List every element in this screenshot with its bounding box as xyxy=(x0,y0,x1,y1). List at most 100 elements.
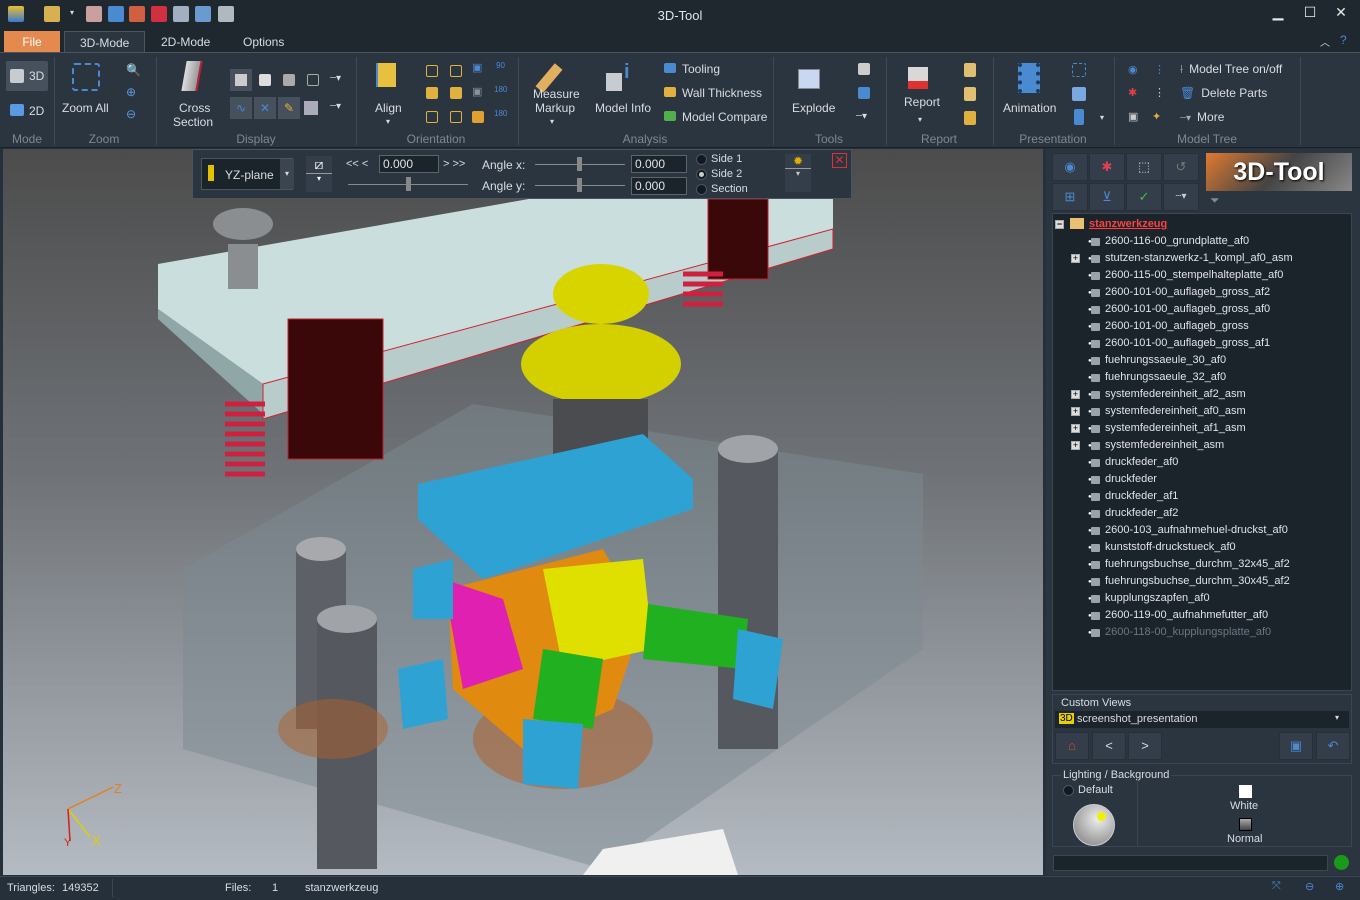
side1-radio[interactable]: Side 1 xyxy=(696,153,742,165)
dropdown-arrow-icon[interactable]: ▾ xyxy=(1100,113,1104,122)
slides-icon[interactable] xyxy=(1072,87,1086,101)
3d-viewport[interactable]: Z X Y xyxy=(3,149,1043,875)
zoom-out-icon[interactable]: ⊖ xyxy=(126,107,136,121)
hide-all-icon[interactable]: ✱ xyxy=(1089,153,1125,181)
tree-item[interactable]: +●systemfedereinheit_af1_asm xyxy=(1053,420,1351,437)
close-section-icon[interactable]: ✕ xyxy=(832,153,847,168)
delete-parts-button[interactable]: 🗑Delete Parts xyxy=(1180,86,1267,100)
tree-item[interactable]: ●fuehrungsbuchse_durchm_32x45_af2 xyxy=(1053,556,1351,573)
fullscreen-icon[interactable] xyxy=(1072,63,1086,77)
tooling-button[interactable]: Tooling xyxy=(664,62,720,76)
display-more-icon[interactable]: ┄▾ xyxy=(330,73,341,84)
tree-item[interactable]: ●2600-101-00_auflageb_gross xyxy=(1053,318,1351,335)
rotate-180-icon[interactable]: 180 xyxy=(494,85,507,94)
dropdown-arrow-icon[interactable]: ▾ xyxy=(1335,713,1339,722)
undo-visibility-icon[interactable]: ↺ xyxy=(1163,153,1199,181)
align-button[interactable]: Align ▾ xyxy=(370,59,410,127)
explode-button[interactable]: Explode xyxy=(786,59,838,125)
offset-slider[interactable] xyxy=(348,184,468,185)
model-tree[interactable]: − stanzwerkzeug ●2600-116-00_grundplatte… xyxy=(1052,213,1352,691)
show-curves-icon[interactable]: ∿ xyxy=(230,97,252,119)
view-bottom-icon[interactable] xyxy=(450,65,462,77)
status-zoom-in-icon[interactable]: ⊕ xyxy=(1335,880,1344,893)
model-tree-toggle-button[interactable]: ⟊Model Tree on/off xyxy=(1180,62,1282,77)
report-edit-icon[interactable] xyxy=(964,111,976,125)
show-all-icon[interactable]: ◉ xyxy=(1052,153,1088,181)
angle-x-slider[interactable] xyxy=(535,164,625,165)
home-view-icon[interactable]: ⌂ xyxy=(1055,732,1089,760)
tree-item[interactable]: ●2600-101-00_auflageb_gross_af1 xyxy=(1053,335,1351,352)
report-info-icon[interactable] xyxy=(964,63,976,77)
more-button[interactable]: ┄▾More xyxy=(1180,110,1224,124)
offset-input[interactable]: 0.000 xyxy=(379,155,439,173)
model-compare-button[interactable]: Model Compare xyxy=(664,110,767,124)
next-view-button[interactable]: > xyxy=(1128,732,1162,760)
view-back-icon[interactable] xyxy=(450,87,462,99)
tree-search-icon[interactable]: ⊞ xyxy=(1052,183,1088,211)
show-points-icon[interactable]: ✕ xyxy=(254,97,276,119)
tree-item[interactable]: ●kupplungszapfen_af0 xyxy=(1053,590,1351,607)
default-lighting-radio[interactable]: Default xyxy=(1063,784,1113,796)
plane-dropdown-icon[interactable]: ▾ xyxy=(280,159,294,189)
expand-icon[interactable]: + xyxy=(1071,441,1080,450)
save-view-icon[interactable]: ▣ xyxy=(472,61,482,74)
tree-more-icon[interactable]: ┄▾ xyxy=(1163,183,1199,211)
light-source-handle[interactable] xyxy=(1097,812,1106,821)
display-more2-icon[interactable]: ┄▾ xyxy=(330,101,341,112)
rotate-180b-icon[interactable]: 180 xyxy=(494,109,507,118)
model-info-button[interactable]: i Model Info xyxy=(592,59,654,125)
expand-icon[interactable]: + xyxy=(1071,424,1080,433)
white-background-swatch[interactable] xyxy=(1239,785,1252,798)
tree-item[interactable]: ●fuehrungsbuchse_durchm_30x45_af2 xyxy=(1053,573,1351,590)
angle-y-input[interactable]: 0.000 xyxy=(631,177,687,195)
cross-section-button[interactable]: Cross Section xyxy=(170,59,216,125)
status-zoom-all-icon[interactable]: ⤧ xyxy=(1272,880,1281,893)
close-button[interactable]: ✕ xyxy=(1330,4,1352,24)
wireframe-icon[interactable] xyxy=(307,74,319,86)
angle-y-slider[interactable] xyxy=(535,185,625,186)
minimize-button[interactable]: ▁ xyxy=(1267,4,1289,24)
section-radio[interactable]: Section xyxy=(696,183,748,195)
tab-3d-mode[interactable]: 3D-Mode xyxy=(64,31,145,52)
tree-item[interactable]: ●2600-116-00_grundplatte_af0 xyxy=(1053,233,1351,250)
wall-thickness-button[interactable]: Wall Thickness xyxy=(664,86,762,100)
select-icon[interactable]: ▣ xyxy=(1128,110,1138,123)
tree-expand-icon[interactable]: ⋮ xyxy=(1154,63,1165,76)
view-iso-icon[interactable] xyxy=(472,111,484,123)
hide-icon[interactable]: ✱ xyxy=(1128,86,1137,99)
step-back-button[interactable]: << < xyxy=(346,158,368,170)
tree-item[interactable]: ●druckfeder xyxy=(1053,471,1351,488)
tab-options[interactable]: Options xyxy=(228,31,299,52)
view-left-icon[interactable] xyxy=(426,111,438,123)
view-front-icon[interactable] xyxy=(426,87,438,99)
clear-filter-icon[interactable]: ⏷ xyxy=(1210,193,1220,208)
tree-item[interactable]: ●fuehrungssaeule_30_af0 xyxy=(1053,352,1351,369)
maximize-button[interactable]: ☐ xyxy=(1299,4,1321,24)
tab-file[interactable]: File xyxy=(4,31,60,52)
tree-item[interactable]: ●druckfeder_af1 xyxy=(1053,488,1351,505)
report-table-icon[interactable] xyxy=(964,87,976,101)
normal-background-swatch[interactable] xyxy=(1239,818,1252,831)
previous-view-button[interactable]: < xyxy=(1092,732,1126,760)
presentation-icon[interactable] xyxy=(1074,109,1084,125)
tree-collapse-icon[interactable]: ⋮ xyxy=(1154,86,1165,99)
tree-item[interactable]: ●2600-118-00_kupplungsplatte_af0 xyxy=(1053,624,1351,641)
tab-2d-mode[interactable]: 2D-Mode xyxy=(146,31,225,52)
slider-handle[interactable] xyxy=(406,177,411,191)
tree-item[interactable]: ●2600-103_aufnahmehuel-druckst_af0 xyxy=(1053,522,1351,539)
status-zoom-out-icon[interactable]: ⊖ xyxy=(1305,880,1314,893)
hidden-lines-icon[interactable] xyxy=(283,74,295,86)
paint-icon[interactable] xyxy=(858,63,870,75)
tree-item[interactable]: +●systemfedereinheit_asm xyxy=(1053,437,1351,454)
3d-model[interactable] xyxy=(3,149,1043,875)
save-view-icon[interactable]: ▣ xyxy=(1279,732,1313,760)
step-forward-button[interactable]: > >> xyxy=(443,158,465,170)
tree-filter-icon[interactable]: ⊻ xyxy=(1089,183,1125,211)
collapse-icon[interactable]: − xyxy=(1055,220,1064,229)
side2-radio[interactable]: Side 2 xyxy=(696,168,742,180)
restore-view-icon[interactable]: ▣ xyxy=(472,85,482,98)
tools-more-icon[interactable]: ┄▾ xyxy=(856,111,867,122)
expand-icon[interactable]: + xyxy=(1071,407,1080,416)
slider-handle[interactable] xyxy=(577,157,582,171)
tree-item[interactable]: ●2600-119-00_aufnahmefutter_af0 xyxy=(1053,607,1351,624)
